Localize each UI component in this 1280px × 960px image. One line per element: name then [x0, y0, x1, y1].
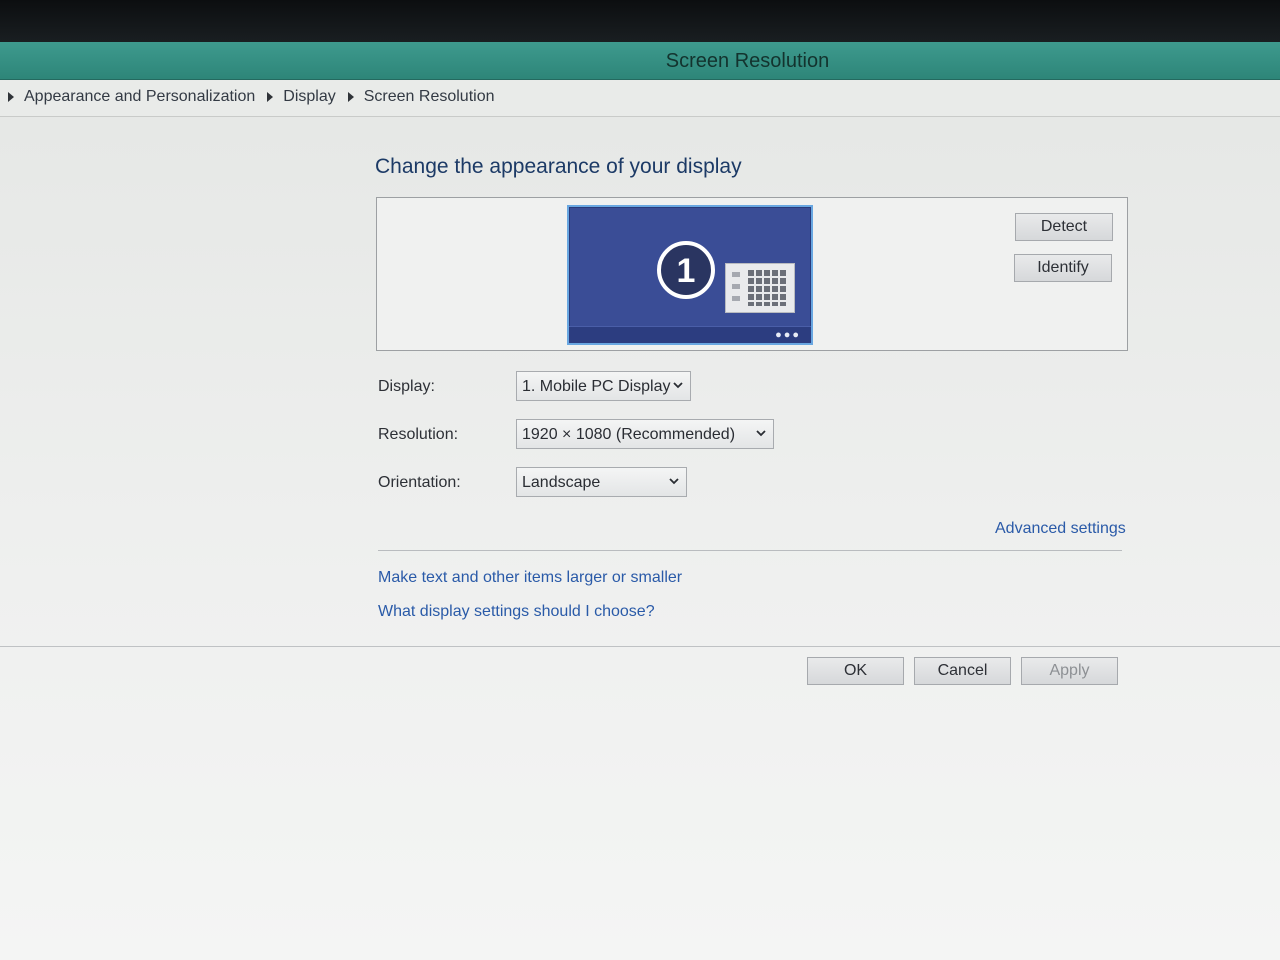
resolution-select[interactable]: 1920 × 1080 (Recommended) — [516, 419, 774, 449]
grid-icon — [725, 263, 795, 313]
chevron-down-icon — [673, 382, 683, 389]
text-size-link[interactable]: Make text and other items larger or smal… — [378, 569, 682, 587]
display-select[interactable]: 1. Mobile PC Display — [516, 371, 691, 401]
divider — [378, 550, 1122, 551]
resolution-select-value: 1920 × 1080 (Recommended) — [522, 426, 736, 443]
apply-button[interactable]: Apply — [1021, 657, 1118, 685]
monitor-preview-panel: 1 ●●● Detect Identify — [376, 197, 1128, 351]
breadcrumb-arrow-icon[interactable] — [347, 92, 354, 102]
display-help-link[interactable]: What display settings should I choose? — [378, 603, 655, 621]
monitor-number: 1 — [676, 252, 696, 290]
ok-button[interactable]: OK — [807, 657, 904, 685]
advanced-settings-link[interactable]: Advanced settings — [995, 520, 1126, 538]
breadcrumb: Appearance and Personalization Display S… — [6, 88, 495, 106]
breadcrumb-item-appearance[interactable]: Appearance and Personalization — [24, 88, 255, 106]
display-label: Display: — [378, 378, 435, 395]
more-icon: ●●● — [775, 329, 801, 341]
detect-button[interactable]: Detect — [1015, 213, 1113, 241]
breadcrumb-item-display[interactable]: Display — [283, 88, 335, 106]
monitor-taskbar: ●●● — [569, 326, 811, 343]
chevron-down-icon — [669, 478, 679, 485]
monitor-icon[interactable]: 1 ●●● — [567, 205, 813, 345]
title-bar: Screen Resolution — [0, 42, 1280, 80]
orientation-select[interactable]: Landscape — [516, 467, 687, 497]
window-title: Screen Resolution — [665, 50, 830, 72]
orientation-label: Orientation: — [378, 474, 461, 491]
resolution-label: Resolution: — [378, 426, 459, 443]
page-title: Change the appearance of your display — [375, 155, 742, 178]
breadcrumb-item-screen-resolution[interactable]: Screen Resolution — [364, 88, 495, 106]
breadcrumb-arrow-icon[interactable] — [8, 92, 14, 102]
identify-button[interactable]: Identify — [1014, 254, 1112, 282]
address-bar: Appearance and Personalization Display S… — [0, 80, 1280, 117]
chevron-down-icon — [756, 430, 766, 437]
display-select-value: 1. Mobile PC Display — [522, 378, 671, 395]
screen-bezel — [0, 0, 1280, 44]
footer-divider — [0, 646, 1280, 647]
breadcrumb-arrow-icon[interactable] — [267, 92, 274, 102]
cancel-button[interactable]: Cancel — [914, 657, 1011, 685]
content-area: Change the appearance of your display 1 … — [0, 117, 1280, 960]
orientation-select-value: Landscape — [522, 474, 601, 491]
monitor-number-badge: 1 — [657, 241, 715, 299]
